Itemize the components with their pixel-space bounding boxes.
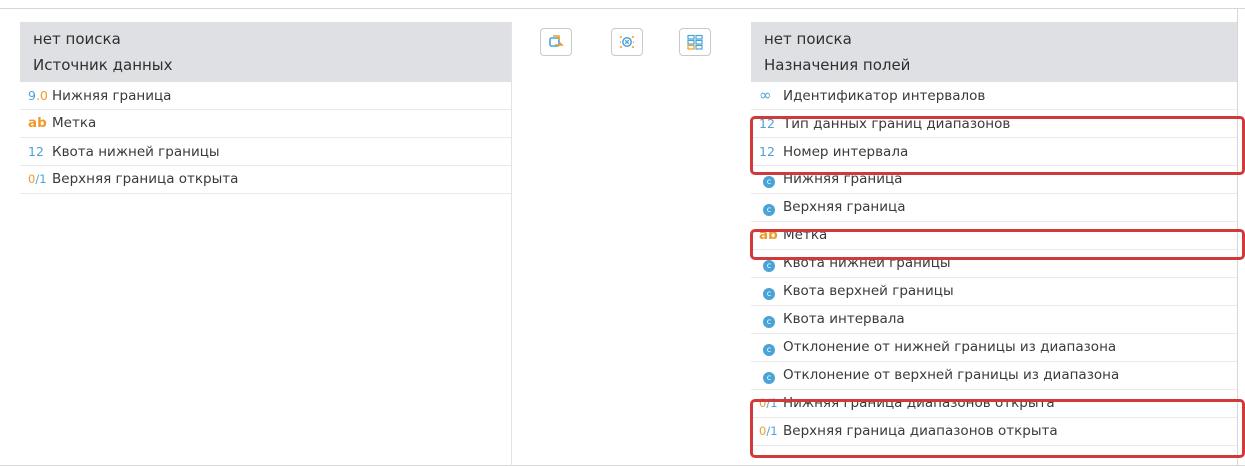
destination-field-row[interactable]: c Квота верхней границы — [751, 278, 1237, 306]
field-label: Метка — [52, 115, 97, 131]
field-label: Квота нижней границы — [52, 144, 220, 160]
field-label: Верхняя граница открыта — [52, 171, 239, 187]
layout-grid-button[interactable] — [679, 28, 711, 56]
destination-field-row[interactable]: ∞ Идентификатор интервалов — [751, 82, 1237, 110]
destination-field-row[interactable]: 0/1 Верхняя граница диапазонов открыта — [751, 418, 1237, 446]
field-label: Тип данных границ диапазонов — [783, 116, 1011, 132]
infinity-icon: ∞ — [759, 86, 772, 104]
field-label: Верхняя граница — [783, 199, 906, 215]
source-field-row[interactable]: 9.0 Нижняя граница — [20, 82, 511, 110]
destination-field-list: ∞ Идентификатор интервалов 12 Тип данных г… — [751, 82, 1237, 446]
boolean-icon: 0/1 — [28, 172, 47, 186]
destination-field-row[interactable]: c Квота интервала — [751, 306, 1237, 334]
calculated-icon: c — [763, 288, 775, 300]
field-label: Идентификатор интервалов — [783, 88, 986, 104]
integer-icon: 12 — [759, 144, 775, 159]
calculated-icon: c — [763, 260, 775, 272]
calculated-icon: c — [763, 316, 775, 328]
destination-field-row[interactable]: 12 Номер интервала — [751, 138, 1237, 166]
destination-field-row[interactable]: c Квота нижней границы — [751, 250, 1237, 278]
field-label: Номер интервала — [783, 144, 909, 160]
destination-field-row[interactable]: 12 Тип данных границ диапазонов — [751, 110, 1237, 138]
source-title: Источник данных — [33, 56, 173, 74]
source-panel: нет поиска Источник данных 9.0 Нижняя гра… — [20, 22, 512, 466]
field-label: Нижняя граница — [52, 88, 172, 104]
integer-icon: 12 — [28, 144, 44, 159]
destination-field-row[interactable]: c Нижняя граница — [751, 166, 1237, 194]
string-icon: ab — [759, 227, 778, 243]
calculated-icon: c — [763, 344, 775, 356]
destination-field-row[interactable]: 0/1 Нижняя граница диапазонов открыта — [751, 390, 1237, 418]
right-border — [1237, 8, 1238, 466]
source-field-row[interactable]: 0/1 Верхняя граница открыта — [20, 166, 511, 194]
field-label: Квота нижней границы — [783, 255, 951, 271]
layout-grid-icon — [687, 34, 703, 50]
source-search-field[interactable]: нет поиска — [20, 22, 511, 52]
destination-field-row[interactable]: c Отклонение от нижней границы из диапазо… — [751, 334, 1237, 362]
field-label: Квота интервала — [783, 311, 905, 327]
source-field-row[interactable]: ab Метка — [20, 110, 511, 138]
destination-field-row[interactable]: ab Метка — [751, 222, 1237, 250]
field-label: Метка — [783, 227, 828, 243]
calculated-icon: c — [763, 372, 775, 384]
string-icon: ab — [28, 115, 47, 131]
destination-panel: нет поиска Назначения полей ∞ Идентификат… — [751, 22, 1237, 466]
field-label: Нижняя граница диапазонов открыта — [783, 395, 1055, 411]
destination-header: нет поиска Назначения полей — [751, 22, 1237, 82]
field-label: Отклонение от верхней границы из диапазо… — [783, 367, 1120, 383]
destination-search-field[interactable]: нет поиска — [751, 22, 1237, 52]
clear-mapping-button[interactable] — [611, 28, 643, 56]
destination-field-row[interactable]: c Отклонение от верхней границы из диапаз… — [751, 362, 1237, 390]
calculated-icon: c — [763, 204, 775, 216]
auto-map-icon — [549, 35, 564, 47]
boolean-icon: 0/1 — [759, 396, 778, 410]
boolean-icon: 0/1 — [759, 424, 778, 438]
field-label: Квота верхней границы — [783, 283, 954, 299]
top-border — [0, 8, 1245, 9]
calculated-icon: c — [763, 176, 775, 188]
float-icon: 9.0 — [28, 88, 48, 103]
source-header: нет поиска Источник данных — [20, 22, 511, 82]
auto-map-button[interactable] — [540, 28, 572, 56]
field-label: Верхняя граница диапазонов открыта — [783, 423, 1058, 439]
clear-mapping-icon — [620, 36, 634, 48]
integer-icon: 12 — [759, 116, 775, 131]
destination-field-row[interactable]: c Верхняя граница — [751, 194, 1237, 222]
field-label: Отклонение от нижней границы из диапазон… — [783, 339, 1117, 355]
source-field-row[interactable]: 12 Квота нижней границы — [20, 138, 511, 166]
source-field-list: 9.0 Нижняя граница ab Метка 12 Квота нижней… — [20, 82, 511, 194]
destination-title: Назначения полей — [764, 56, 911, 74]
field-label: Нижняя граница — [783, 171, 903, 187]
